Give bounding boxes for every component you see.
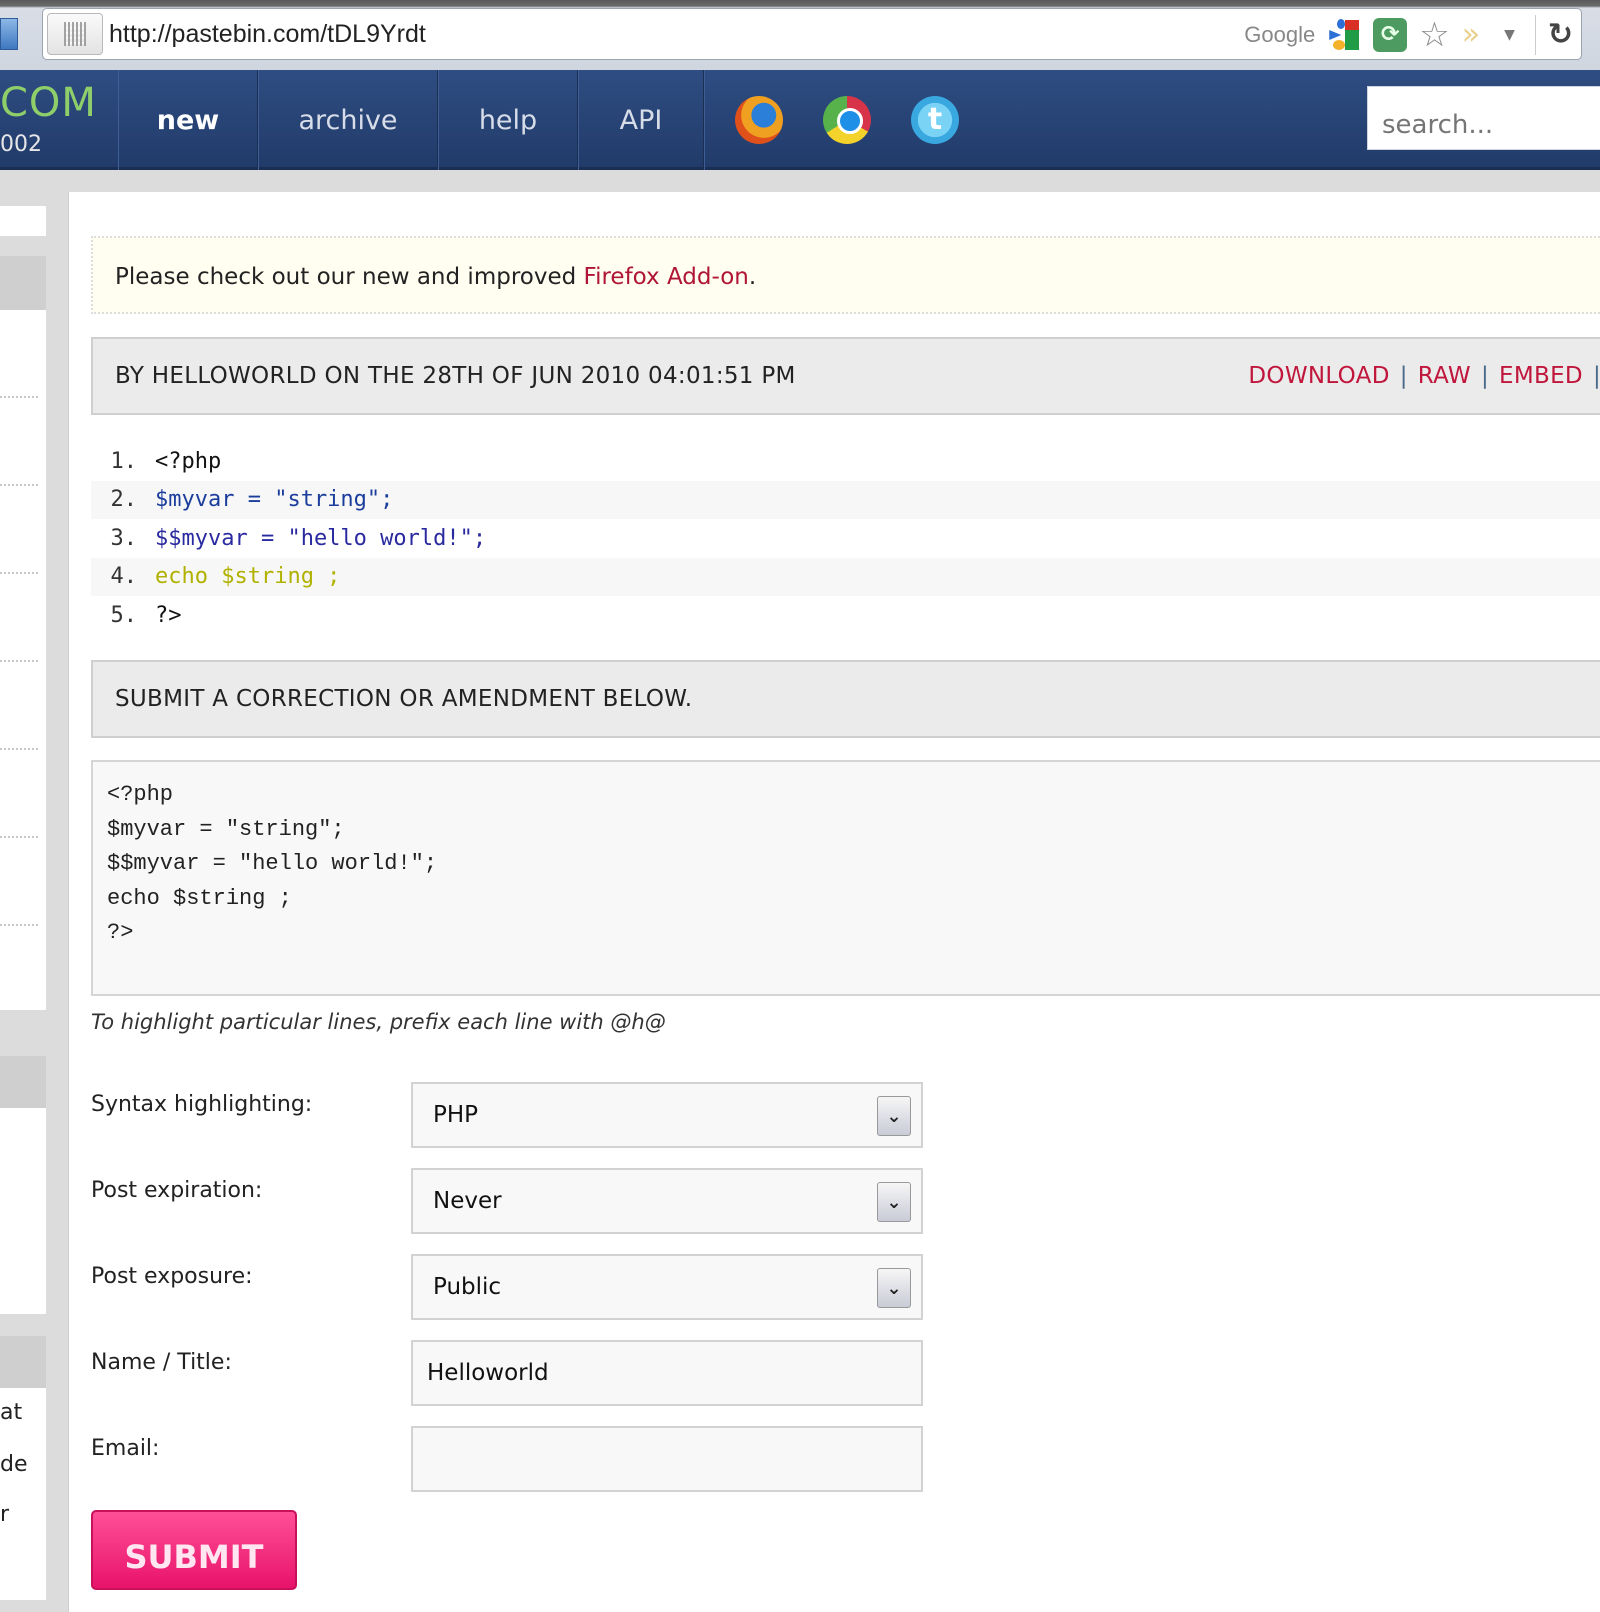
submit-button[interactable]: SUBMIT — [91, 1510, 297, 1590]
divider — [0, 924, 38, 926]
email-label: Email: — [91, 1436, 160, 1461]
bookmark-star-icon[interactable]: ☆ — [1419, 18, 1449, 52]
separator: | — [1399, 363, 1408, 389]
syntax-label: Syntax highlighting: — [91, 1092, 313, 1117]
amend-heading: SUBMIT A CORRECTION OR AMENDMENT BELOW. — [115, 686, 693, 712]
paste-header: BY HELLOWORLD ON THE 28TH OF JUN 2010 04… — [91, 337, 1600, 415]
paste-meta: BY HELLOWORLD ON THE 28TH OF JUN 2010 04… — [115, 363, 796, 389]
expiration-label: Post expiration: — [91, 1178, 263, 1203]
notice-text: Please check out our new and improved — [115, 264, 584, 290]
nav-archive[interactable]: archive — [258, 70, 438, 170]
nav-api[interactable]: API — [578, 70, 704, 170]
code-line: 1. <?php — [91, 442, 1600, 481]
sidebar-box — [0, 1108, 46, 1314]
search-engine-label: Google — [1244, 22, 1316, 47]
sidebar-heading — [0, 1056, 46, 1108]
name-row: Name / Title: — [91, 1340, 991, 1410]
code-text: $$myvar = "hello world!"; — [155, 525, 487, 551]
download-link[interactable]: DOWNLOAD — [1248, 363, 1389, 389]
divider — [0, 748, 38, 750]
raw-link[interactable]: RAW — [1418, 363, 1471, 389]
sync-icon[interactable]: ⟳ — [1373, 18, 1408, 52]
divider — [0, 836, 38, 838]
browser-tab-icon[interactable] — [0, 18, 18, 50]
syntax-value: PHP — [433, 1102, 479, 1128]
email-row: Email: — [91, 1426, 991, 1496]
expiration-row: Post expiration: Never ⌄ — [91, 1168, 991, 1238]
paste-actions: DOWNLOAD | RAW | EMBED | — [1248, 363, 1600, 389]
code-line: 4. echo $string ; — [91, 557, 1600, 596]
code-line: 5. ?> — [91, 596, 1600, 635]
main-nav: new archive help API t — [118, 70, 959, 170]
exposure-label: Post exposure: — [91, 1264, 253, 1289]
expiration-select[interactable]: Never ⌄ — [411, 1168, 923, 1234]
exposure-value: Public — [433, 1274, 502, 1300]
reload-icon[interactable]: ↻ — [1548, 18, 1573, 52]
chevron-down-icon[interactable]: ⌄ — [877, 1268, 911, 1308]
site-logo[interactable]: COM — [0, 80, 97, 126]
syntax-row: Syntax highlighting: PHP ⌄ — [91, 1082, 991, 1152]
line-number: 4. — [110, 564, 138, 590]
name-input[interactable] — [411, 1340, 923, 1406]
sidebar-text: at — [0, 1400, 23, 1425]
code-view: 1. <?php 2. $myvar = "string"; 3. $$myva… — [91, 442, 1600, 635]
code-text: ?> — [155, 602, 182, 628]
google-icon[interactable] — [1327, 18, 1361, 52]
nav-help[interactable]: help — [438, 70, 578, 170]
twitter-icon[interactable]: t — [911, 96, 959, 144]
divider — [0, 572, 38, 574]
divider — [0, 660, 38, 662]
firefox-icon[interactable] — [735, 96, 783, 144]
sidebar-heading — [0, 256, 46, 310]
syntax-select[interactable]: PHP ⌄ — [411, 1082, 923, 1148]
expiration-value: Never — [433, 1188, 502, 1214]
page-icon[interactable] — [47, 13, 103, 55]
main-content: Please check out our new and improved Fi… — [68, 192, 1600, 1612]
code-text: $myvar = "string"; — [155, 487, 394, 513]
divider — [1534, 15, 1536, 55]
notice-suffix: . — [748, 264, 757, 290]
separator: | — [1480, 363, 1490, 389]
divider — [0, 484, 38, 486]
notice-banner: Please check out our new and improved Fi… — [91, 236, 1600, 314]
code-text: echo $string ; — [155, 564, 341, 590]
line-number: 3. — [110, 525, 138, 551]
separator: | — [1592, 363, 1600, 389]
search-input[interactable] — [1367, 86, 1600, 150]
address-bar[interactable]: http://pastebin.com/tDL9Yrdt Google ⟳ ☆ … — [42, 8, 1582, 60]
sidebar-text: de — [0, 1452, 28, 1477]
site-logo-sub: 002 — [0, 132, 42, 157]
left-sidebar: at de r — [0, 190, 46, 1600]
line-number: 1. — [110, 448, 138, 474]
exposure-select[interactable]: Public ⌄ — [411, 1254, 923, 1320]
dropdown-arrow-icon[interactable]: ▼ — [1504, 27, 1515, 43]
divider — [0, 396, 38, 398]
code-line: 2. $myvar = "string"; — [91, 480, 1600, 519]
embed-link[interactable]: EMBED — [1499, 363, 1583, 389]
highlight-hint: To highlight particular lines, prefix ea… — [91, 1010, 666, 1034]
line-number: 5. — [110, 602, 138, 628]
sidebar-text: r — [0, 1502, 10, 1527]
site-header: COM 002 new archive help API t — [0, 70, 1600, 170]
chevron-down-icon[interactable]: ⌄ — [877, 1096, 911, 1136]
addon-links: t — [704, 70, 959, 170]
browser-toolbar: http://pastebin.com/tDL9Yrdt Google ⟳ ☆ … — [0, 0, 1600, 70]
code-text: <?php — [155, 448, 222, 474]
nav-new[interactable]: new — [118, 70, 258, 170]
address-bar-actions: Google ⟳ ☆ » ▼ ↻ — [1244, 15, 1573, 55]
firefox-addon-link[interactable]: Firefox Add-on — [584, 264, 749, 290]
chevron-down-icon[interactable]: ⌄ — [877, 1182, 911, 1222]
name-label: Name / Title: — [91, 1350, 232, 1375]
extension-chevron-icon[interactable]: » — [1462, 18, 1480, 52]
line-number: 2. — [110, 487, 138, 513]
sidebar-field[interactable] — [0, 206, 46, 236]
exposure-row: Post exposure: Public ⌄ — [91, 1254, 991, 1324]
paste-code-textarea[interactable]: <?php $myvar = "string"; $$myvar = "hell… — [91, 760, 1600, 996]
sidebar-heading — [0, 1336, 46, 1388]
code-line: 3. $$myvar = "hello world!"; — [91, 519, 1600, 558]
chrome-icon[interactable] — [823, 96, 871, 144]
email-input[interactable] — [411, 1426, 923, 1492]
amend-header: SUBMIT A CORRECTION OR AMENDMENT BELOW. … — [91, 660, 1600, 738]
url-text[interactable]: http://pastebin.com/tDL9Yrdt — [109, 20, 426, 49]
